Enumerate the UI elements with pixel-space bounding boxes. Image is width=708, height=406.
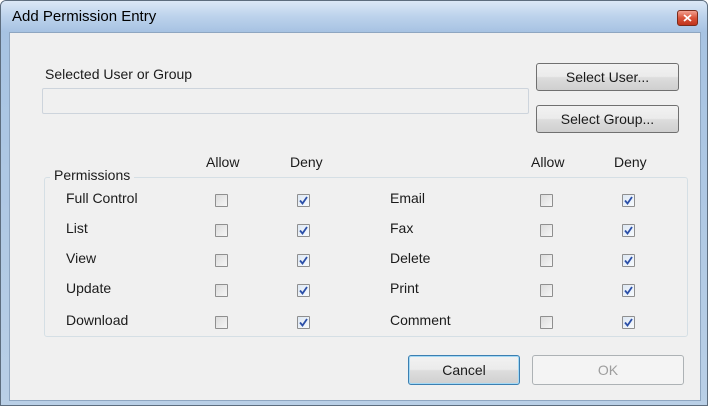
deny-checkbox-view[interactable] — [297, 254, 310, 267]
allow-checkbox-full-control[interactable] — [215, 194, 228, 207]
allow-checkbox-print[interactable] — [540, 284, 553, 297]
allow-header-right: Allow — [531, 154, 565, 170]
deny-checkbox-delete[interactable] — [622, 254, 635, 267]
deny-header-right: Deny — [614, 154, 647, 170]
allow-checkbox-list[interactable] — [215, 224, 228, 237]
permissions-group-label: Permissions — [50, 167, 135, 183]
allow-checkbox-download[interactable] — [215, 316, 228, 329]
title-bar[interactable]: Add Permission Entry — [1, 1, 707, 31]
permissions-groupbox — [44, 177, 688, 337]
permission-label-update: Update — [66, 280, 112, 296]
deny-checkbox-email[interactable] — [622, 194, 635, 207]
ok-button[interactable]: OK — [532, 355, 684, 385]
permission-label-print: Print — [390, 280, 419, 296]
allow-checkbox-comment[interactable] — [540, 316, 553, 329]
dialog-window: Add Permission Entry Selected User or Gr… — [0, 0, 708, 406]
permission-label-view: View — [66, 250, 97, 266]
selected-user-group-field[interactable] — [42, 88, 529, 114]
dialog-content: Selected User or Group Select User... Se… — [9, 32, 701, 401]
deny-checkbox-fax[interactable] — [622, 224, 635, 237]
close-button[interactable] — [677, 10, 698, 26]
deny-checkbox-list[interactable] — [297, 224, 310, 237]
close-icon — [683, 14, 692, 22]
window-title: Add Permission Entry — [12, 8, 157, 25]
deny-checkbox-print[interactable] — [622, 284, 635, 297]
deny-checkbox-comment[interactable] — [622, 316, 635, 329]
deny-checkbox-update[interactable] — [297, 284, 310, 297]
allow-checkbox-update[interactable] — [215, 284, 228, 297]
permission-label-delete: Delete — [390, 250, 431, 266]
permission-label-comment: Comment — [390, 312, 451, 328]
allow-checkbox-delete[interactable] — [540, 254, 553, 267]
allow-checkbox-fax[interactable] — [540, 224, 553, 237]
permission-label-list: List — [66, 220, 88, 236]
deny-checkbox-download[interactable] — [297, 316, 310, 329]
select-user-button[interactable]: Select User... — [536, 63, 679, 91]
allow-header-left: Allow — [206, 154, 240, 170]
select-group-button[interactable]: Select Group... — [536, 105, 679, 133]
permission-label-fax: Fax — [390, 220, 414, 236]
deny-checkbox-full-control[interactable] — [297, 194, 310, 207]
allow-checkbox-view[interactable] — [215, 254, 228, 267]
permission-label-download: Download — [66, 312, 129, 328]
selected-user-group-label: Selected User or Group — [45, 66, 193, 82]
allow-checkbox-email[interactable] — [540, 194, 553, 207]
permission-label-full-control: Full Control — [66, 190, 138, 206]
cancel-button[interactable]: Cancel — [408, 355, 520, 385]
deny-header-left: Deny — [290, 154, 323, 170]
permission-label-email: Email — [390, 190, 426, 206]
